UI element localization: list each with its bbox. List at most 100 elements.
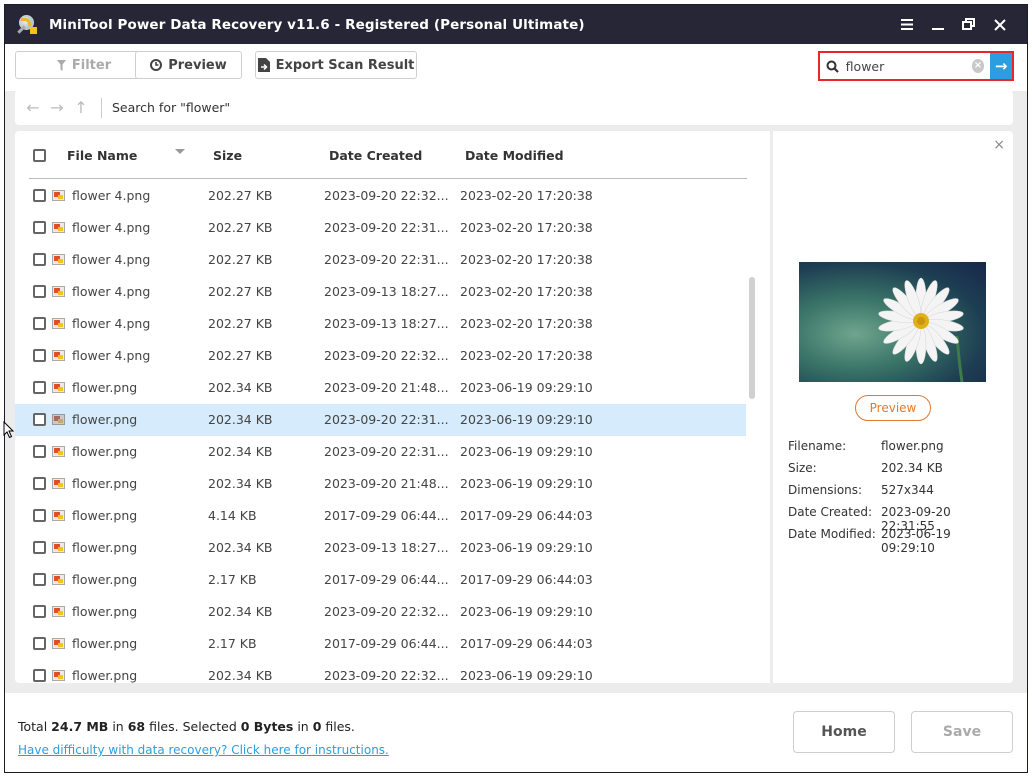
file-row[interactable]: flower 4.png 202.27 KB 2023-09-20 22:32...… (15, 340, 746, 372)
file-name: flower.png (72, 412, 138, 427)
search-go-button[interactable]: → (990, 53, 1012, 79)
image-file-icon (52, 222, 65, 233)
file-date-created: 2023-09-13 18:27... (324, 540, 449, 555)
export-icon (257, 58, 270, 72)
file-name: flower 4.png (72, 220, 151, 235)
file-row[interactable]: flower.png 202.34 KB 2023-09-13 18:27... 20… (15, 532, 746, 564)
file-row[interactable]: flower.png 202.34 KB 2023-09-20 22:31... 20… (15, 404, 746, 436)
file-size: 202.34 KB (208, 444, 273, 459)
file-date-created: 2017-09-29 06:44... (324, 572, 449, 587)
home-button[interactable]: Home (793, 711, 895, 753)
file-row[interactable]: flower 4.png 202.27 KB 2023-09-13 18:27...… (15, 308, 746, 340)
file-name: flower 4.png (72, 348, 151, 363)
column-header-date-created[interactable]: Date Created (329, 148, 422, 163)
export-scan-result-button[interactable]: Export Scan Result (255, 51, 417, 79)
file-row[interactable]: flower 4.png 202.27 KB 2023-09-20 22:32...… (15, 180, 746, 212)
file-date-modified: 2023-06-19 09:29:10 (460, 412, 593, 427)
vertical-scrollbar[interactable] (749, 277, 755, 399)
preview-file-button[interactable]: Preview (855, 395, 931, 421)
navigation-bar: ← → ↑ Search for "flower" (15, 90, 1013, 125)
file-row[interactable]: flower 4.png 202.27 KB 2023-09-13 18:27...… (15, 276, 746, 308)
file-date-created: 2023-09-20 22:32... (324, 348, 449, 363)
file-row[interactable]: flower 4.png 202.27 KB 2023-09-20 22:31...… (15, 212, 746, 244)
file-row[interactable]: flower.png 2.17 KB 2017-09-29 06:44... 2017… (15, 628, 746, 660)
preview-label: Preview (168, 57, 227, 73)
row-checkbox[interactable] (33, 637, 46, 650)
image-file-icon (52, 350, 65, 361)
file-date-created: 2023-09-20 21:48... (324, 476, 449, 491)
forward-arrow-icon[interactable]: → (45, 98, 69, 117)
file-row[interactable]: flower.png 4.14 KB 2017-09-29 06:44... 2017… (15, 500, 746, 532)
filter-button[interactable]: Filter (15, 51, 153, 79)
file-date-created: 2023-09-20 22:32... (324, 604, 449, 619)
image-file-icon (52, 606, 65, 617)
file-row[interactable]: flower.png 202.34 KB 2023-09-20 21:48... 20… (15, 372, 746, 404)
file-size: 202.34 KB (208, 476, 273, 491)
save-button[interactable]: Save (911, 711, 1013, 753)
file-name: flower.png (72, 636, 138, 651)
up-arrow-icon[interactable]: ↑ (69, 98, 93, 117)
help-link[interactable]: Have difficulty with data recovery? Clic… (18, 743, 389, 757)
export-label: Export Scan Result (275, 57, 415, 73)
select-all-checkbox[interactable] (33, 149, 46, 162)
row-checkbox[interactable] (33, 221, 46, 234)
row-checkbox[interactable] (33, 349, 46, 362)
column-header-date-modified[interactable]: Date Modified (465, 148, 564, 163)
image-file-icon (52, 382, 65, 393)
file-name: flower.png (72, 572, 138, 587)
restore-icon[interactable] (953, 5, 984, 44)
file-row[interactable]: flower.png 202.34 KB 2023-09-20 22:31... 20… (15, 436, 746, 468)
close-preview-icon[interactable]: × (993, 137, 1005, 153)
file-size: 202.34 KB (208, 604, 273, 619)
file-size: 202.27 KB (208, 348, 273, 363)
meta-filename: Filename: flower.png (788, 439, 944, 453)
row-checkbox[interactable] (33, 285, 46, 298)
column-header-file-name[interactable]: File Name (67, 148, 137, 163)
file-size: 4.14 KB (208, 508, 257, 523)
file-date-modified: 2023-02-20 17:20:38 (460, 252, 593, 267)
image-file-icon (52, 190, 65, 201)
row-checkbox[interactable] (33, 189, 46, 202)
row-checkbox[interactable] (33, 605, 46, 618)
app-logo-icon (17, 14, 39, 36)
file-row[interactable]: flower 4.png 202.27 KB 2023-09-20 22:31...… (15, 244, 746, 276)
nav-divider (101, 97, 102, 118)
file-name: flower 4.png (72, 252, 151, 267)
file-date-modified: 2023-06-19 09:29:10 (460, 380, 593, 395)
row-checkbox[interactable] (33, 445, 46, 458)
file-date-modified: 2023-06-19 09:29:10 (460, 476, 593, 491)
close-icon[interactable] (984, 5, 1015, 44)
row-checkbox[interactable] (33, 509, 46, 522)
file-row[interactable]: flower.png 202.34 KB 2023-09-20 21:48... 20… (15, 468, 746, 500)
search-icon (822, 60, 844, 73)
row-checkbox[interactable] (33, 541, 46, 554)
file-size: 2.17 KB (208, 572, 257, 587)
file-date-created: 2023-09-13 18:27... (324, 284, 449, 299)
file-row[interactable]: flower.png 202.34 KB 2023-09-20 22:32... 20… (15, 596, 746, 628)
file-size: 202.34 KB (208, 380, 273, 395)
sort-down-icon[interactable] (175, 149, 185, 154)
menu-icon[interactable] (891, 5, 922, 44)
column-header-size[interactable]: Size (213, 148, 242, 163)
row-checkbox[interactable] (33, 381, 46, 394)
file-name: flower.png (72, 380, 138, 395)
row-checkbox[interactable] (33, 413, 46, 426)
image-file-icon (52, 510, 65, 521)
row-checkbox[interactable] (33, 253, 46, 266)
row-checkbox[interactable] (33, 669, 46, 682)
preview-image (799, 262, 986, 382)
filter-label: Filter (71, 57, 112, 73)
file-name: flower.png (72, 540, 138, 555)
file-date-modified: 2023-02-20 17:20:38 (460, 348, 593, 363)
image-file-icon (52, 638, 65, 649)
row-checkbox[interactable] (33, 477, 46, 490)
row-checkbox[interactable] (33, 317, 46, 330)
back-arrow-icon[interactable]: ← (21, 98, 45, 117)
minimize-icon[interactable] (922, 5, 953, 44)
file-row[interactable]: flower.png 2.17 KB 2017-09-29 06:44... 2017… (15, 564, 746, 596)
file-row[interactable]: flower.png 202.34 KB 2023-09-20 22:32... 20… (15, 660, 746, 683)
row-checkbox[interactable] (33, 573, 46, 586)
search-input[interactable] (845, 58, 964, 74)
clear-search-icon[interactable]: × (971, 59, 985, 73)
preview-button[interactable]: Preview (135, 51, 242, 79)
